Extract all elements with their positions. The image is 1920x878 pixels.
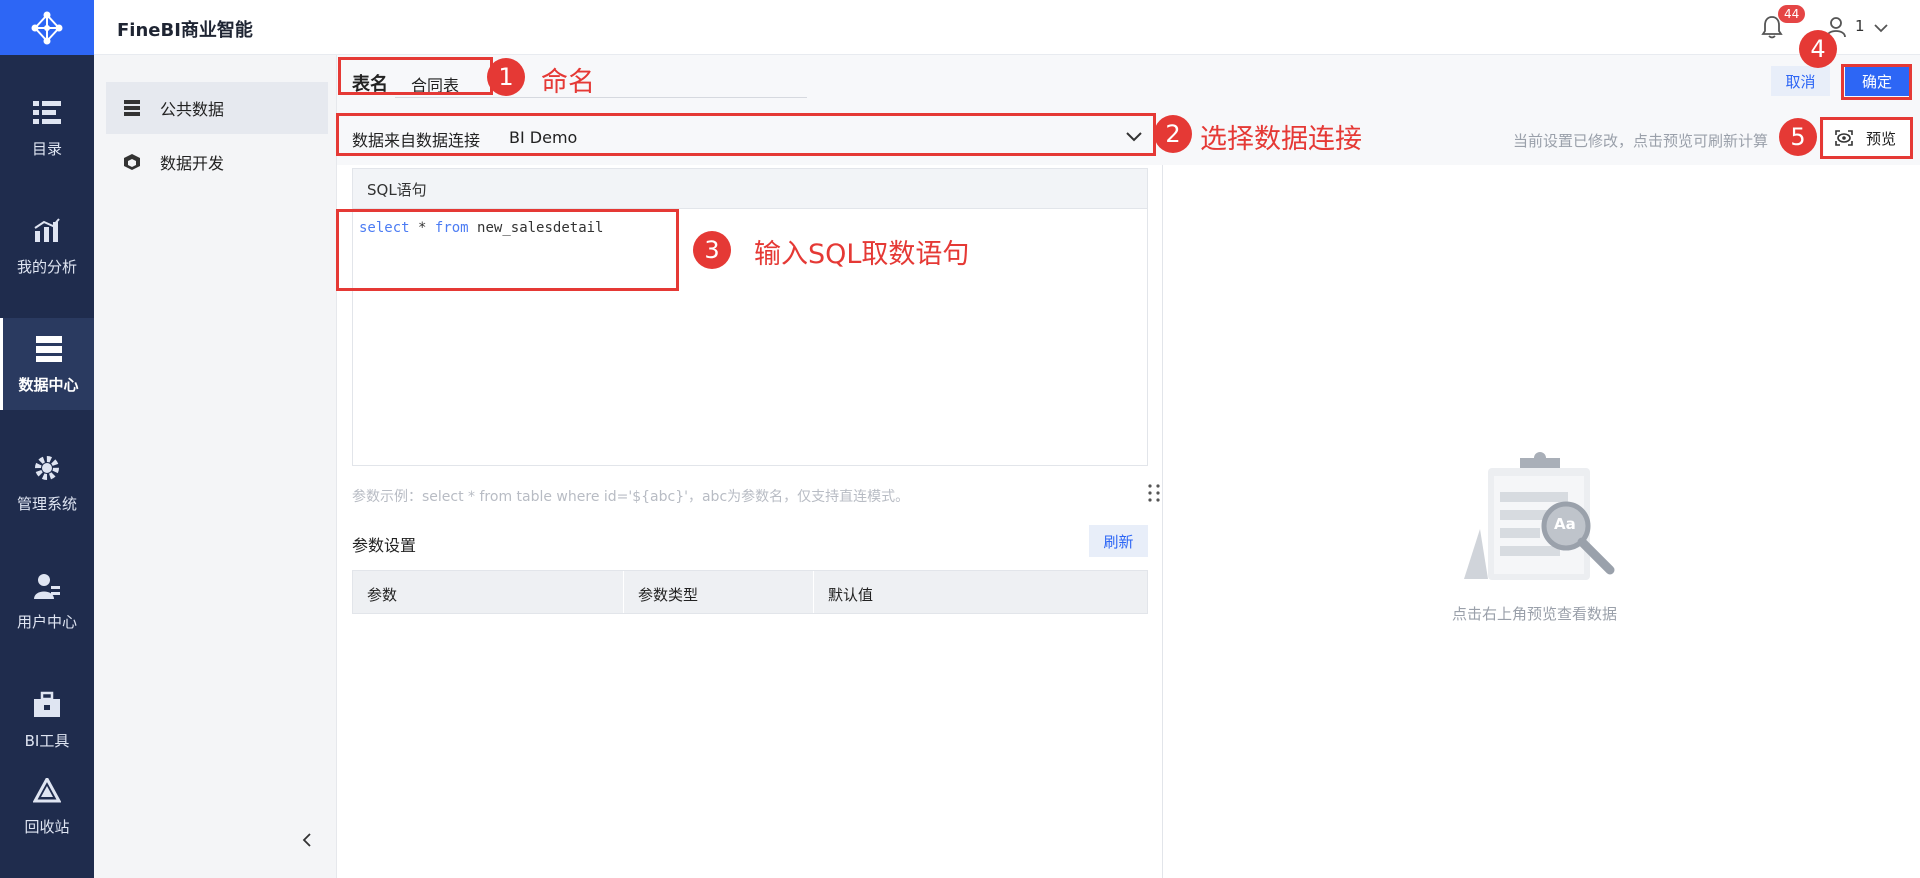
recycle-icon (32, 776, 62, 806)
annotation-box-2 (336, 113, 1156, 156)
empty-state-text: 点击右上角预览查看数据 (1452, 605, 1618, 623)
empty-state-illustration (1458, 444, 1618, 588)
annotation-number-1: 1 (487, 58, 525, 96)
toolbox-icon (32, 690, 62, 720)
refresh-button[interactable]: 刷新 (1089, 525, 1148, 557)
public-data-icon (122, 98, 142, 118)
param-hint: 参数示例：select * from table where id='${abc… (352, 489, 910, 505)
subnav-item-label: 公共数据 (160, 100, 225, 119)
param-col-name: 参数 (353, 571, 624, 613)
top-bar: FineBI商业智能 44 1 (94, 0, 1920, 55)
user-icon (32, 571, 62, 601)
rail-item-label: 回收站 (24, 817, 70, 836)
analysis-icon (32, 216, 62, 246)
annotation-box-3 (336, 209, 679, 291)
rail-item-label: 管理系统 (16, 494, 77, 513)
annotation-box-1 (338, 57, 493, 95)
data-center-icon (34, 334, 64, 364)
pane-divider (1162, 165, 1163, 878)
rail-item-catalog[interactable]: 目录 (0, 82, 94, 174)
drag-handle-icon[interactable] (1147, 483, 1161, 507)
annotation-number-3: 3 (693, 231, 731, 269)
subnav-item-data-dev[interactable]: 数据开发 (106, 136, 328, 188)
cancel-button[interactable]: 取消 (1771, 66, 1830, 96)
rail-item-label: 用户中心 (16, 612, 77, 631)
param-settings-title: 参数设置 (352, 536, 417, 555)
rail-item-data-center[interactable]: 数据中心 (0, 318, 94, 410)
annotation-label-3: 输入SQL取数语句 (754, 239, 970, 270)
preview-status-text: 当前设置已修改，点击预览可刷新计算 (1513, 132, 1769, 150)
subnav-item-public-data[interactable]: 公共数据 (106, 82, 328, 134)
app-title: FineBI商业智能 (117, 20, 253, 41)
cube-icon (122, 152, 142, 172)
rail-item-analysis[interactable]: 我的分析 (0, 200, 94, 292)
param-table-header: 参数 参数类型 默认值 (352, 570, 1148, 614)
annotation-number-2: 2 (1154, 115, 1192, 153)
param-col-type: 参数类型 (624, 571, 814, 613)
gear-icon (32, 453, 62, 483)
annotation-label-1: 命名 (541, 67, 595, 98)
secondary-sidebar: 公共数据 数据开发 (94, 55, 337, 878)
param-col-default: 默认值 (828, 586, 874, 604)
logo-icon (31, 11, 63, 44)
rail-item-label: 我的分析 (16, 257, 77, 276)
sql-editor-title: SQL语句 (367, 181, 427, 199)
annotation-label-2: 选择数据连接 (1200, 124, 1362, 155)
annotation-number-5: 5 (1779, 118, 1817, 156)
rail-item-label: BI工具 (24, 731, 70, 750)
rail-item-user-center[interactable]: 用户中心 (0, 555, 94, 647)
empty-state-icon-text: Aa (1554, 515, 1576, 533)
rail-item-label: 目录 (31, 139, 62, 158)
annotation-box-4 (1841, 64, 1912, 100)
app-logo[interactable] (0, 0, 94, 55)
rail-item-admin[interactable]: 管理系统 (0, 437, 94, 529)
rail-item-bi-tools[interactable]: BI工具 (0, 674, 94, 766)
subnav-item-label: 数据开发 (160, 154, 225, 173)
collapse-sidebar-icon[interactable] (301, 832, 313, 852)
annotation-number-4: 4 (1799, 30, 1837, 68)
notification-badge: 44 (1778, 5, 1806, 23)
catalog-icon (32, 98, 62, 128)
sql-editor-header: SQL语句 (353, 169, 1147, 209)
rail-item-recycle[interactable]: 回收站 (0, 760, 94, 852)
chevron-down-icon[interactable] (1873, 19, 1889, 38)
rail-item-label: 数据中心 (18, 375, 79, 394)
user-name[interactable]: 1 (1855, 17, 1865, 35)
annotation-box-5 (1820, 117, 1913, 159)
left-rail: 目录 我的分析 数据中心 管理系统 用户中心 BI工具 回收站 (0, 0, 94, 878)
